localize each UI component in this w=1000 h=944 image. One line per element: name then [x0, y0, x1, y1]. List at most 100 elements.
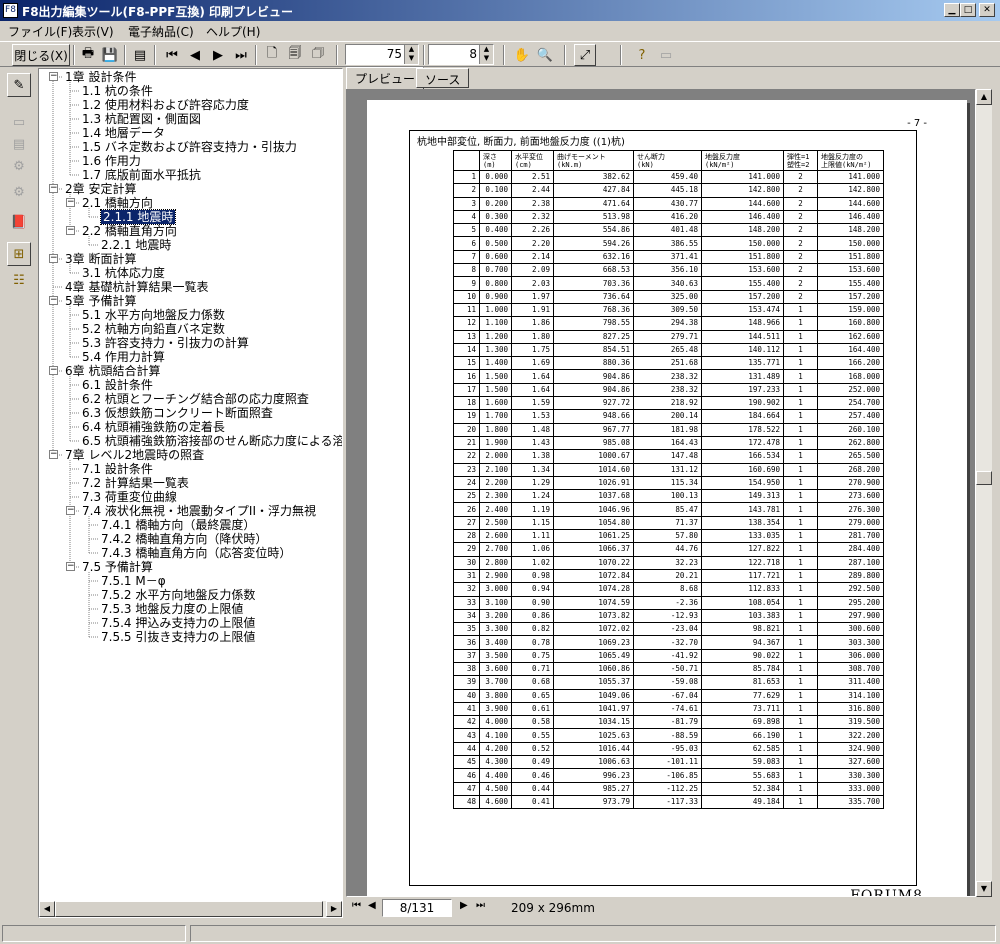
scroll-thumb[interactable] [976, 471, 992, 485]
blank-page-button[interactable]: ▭ [7, 110, 31, 134]
tree-node[interactable]: 6.4 杭頭補強鉄筋の定着長 [82, 420, 225, 434]
info-button[interactable]: ▭ [656, 44, 676, 66]
tree-node[interactable]: 1.1 杭の条件 [82, 84, 153, 98]
fit-page-button[interactable]: ⤢ [574, 44, 596, 66]
tree-expander-icon[interactable]: − [66, 198, 75, 207]
tree-horizontal-scrollbar[interactable]: ◀ ▶ [39, 901, 342, 917]
tree-node[interactable]: 1.2 使用材料および許容応力度 [82, 98, 249, 112]
tree-node[interactable]: 2.2 橋軸直角方向 [82, 224, 177, 238]
next-page-button[interactable]: ▶ [208, 44, 228, 66]
book-edit-button[interactable]: 📕 [7, 210, 31, 234]
scroll-down-button[interactable]: ▼ [976, 881, 992, 897]
tree-expander-icon[interactable]: − [49, 184, 58, 193]
tree-expander-icon[interactable]: − [49, 450, 58, 459]
scroll-thumb[interactable] [55, 901, 323, 917]
tree-node[interactable]: 5章 予備計算 [65, 294, 136, 308]
tree-list-button[interactable]: ☷ [7, 268, 31, 292]
nav-prev-icon[interactable]: ◀ [368, 900, 376, 911]
tree-node[interactable]: 7章 レベル2地震時の照査 [65, 448, 204, 462]
tree-node[interactable]: 2.2.1 地震時 [101, 238, 171, 252]
tree-node[interactable]: 7.4.1 橋軸方向（最終震度） [101, 518, 255, 532]
tree-node[interactable]: 4章 基礎杭計算結果一覧表 [65, 280, 208, 294]
tree-node[interactable]: 2.1 橋軸方向 [82, 196, 153, 210]
tree-node[interactable]: 5.2 杭軸方向鉛直バネ定数 [82, 322, 225, 336]
menu-view[interactable]: 表示(V) [72, 23, 114, 40]
scroll-left-button[interactable]: ◀ [39, 901, 55, 917]
tree-node[interactable]: 6.2 杭頭とフーチング結合部の応力度照査 [82, 392, 309, 406]
tree-node[interactable]: 6.1 設計条件 [82, 378, 153, 392]
nav-last-icon[interactable]: ⏭ [476, 900, 485, 911]
close-preview-button[interactable]: 閉じる(X) [12, 44, 70, 66]
nav-next-icon[interactable]: ▶ [460, 900, 468, 911]
tree-expander-icon[interactable]: − [66, 562, 75, 571]
tree-node[interactable]: 7.5.3 地盤反力度の上限値 [101, 602, 243, 616]
tree-node[interactable]: 1.3 杭配置図・側面図 [82, 112, 201, 126]
tree-expander-icon[interactable]: − [49, 254, 58, 263]
preview-vertical-scrollbar[interactable]: ▲ ▼ [976, 89, 992, 897]
single-page-button[interactable]: 🗋 [262, 44, 282, 66]
print-button[interactable]: 🖶 [78, 44, 98, 66]
spinner-arrows-icon[interactable]: ▲ ▼ [404, 45, 418, 64]
tree-node[interactable]: 3.1 杭体応力度 [82, 266, 165, 280]
tree-node[interactable]: 6章 杭頭結合計算 [65, 364, 160, 378]
minimize-button[interactable]: ▁ [944, 3, 960, 17]
save-button[interactable]: 💾 [100, 44, 120, 66]
tree-expander-icon[interactable]: − [66, 506, 75, 515]
export-button[interactable]: ▤ [130, 44, 150, 66]
page-edit-button[interactable]: ▤ [7, 132, 31, 156]
edit-button[interactable]: ✎ [7, 73, 31, 97]
tree-node[interactable]: 7.1 設計条件 [82, 462, 153, 476]
tree-node[interactable]: 7.5.5 引抜き支持力の上限値 [101, 630, 255, 644]
tree-node[interactable]: 7.4 液状化無視・地震動タイプII・浮力無視 [82, 504, 316, 518]
spinner-arrows-icon[interactable]: ▲ ▼ [479, 45, 493, 64]
page-indicator[interactable]: 8/131 [382, 899, 452, 917]
tree-node[interactable]: 1.7 底版前面水平抵抗 [82, 168, 201, 182]
scroll-right-button[interactable]: ▶ [326, 901, 342, 917]
tree-node[interactable]: 7.2 計算結果一覧表 [82, 476, 189, 490]
first-page-button[interactable]: ⏮ [162, 44, 182, 66]
last-page-button[interactable]: ⏭ [231, 44, 251, 66]
maximize-button[interactable]: □ [960, 3, 976, 17]
tree-node[interactable]: 2.1.1 地震時 [99, 209, 177, 225]
hand-tool-button[interactable]: ✋ [512, 44, 532, 66]
tree-node[interactable]: 3章 断面計算 [65, 252, 136, 266]
tree-node[interactable]: 7.5.2 水平方向地盤反力係数 [101, 588, 255, 602]
prev-page-button[interactable]: ◀ [185, 44, 205, 66]
tab-preview[interactable]: プレビュー [346, 67, 425, 89]
tree-node[interactable]: 1章 設計条件 [65, 70, 136, 84]
tree-node[interactable]: 7.4.2 橋軸直角方向（降伏時） [101, 532, 267, 546]
page-spinner[interactable]: 8 ▲ ▼ [428, 44, 494, 65]
tree-node[interactable]: 1.6 作用力 [82, 154, 141, 168]
tab-source[interactable]: ソース [416, 68, 470, 88]
tree-node[interactable]: 7.5.4 押込み支持力の上限値 [101, 616, 255, 630]
menu-electronic-delivery[interactable]: 電子納品(C) [128, 23, 194, 40]
tree-expander-icon[interactable]: − [49, 366, 58, 375]
page-tool-button[interactable]: ⚙ [7, 154, 31, 178]
help-button[interactable]: ? [632, 44, 652, 66]
page-settings-button[interactable]: ⚙ [7, 180, 31, 204]
zoom-spinner[interactable]: 75 ▲ ▼ [345, 44, 419, 65]
tree-node[interactable]: 7.3 荷重変位曲線 [82, 490, 177, 504]
chapter-tree[interactable]: −1章 設計条件 1.1 杭の条件 1.2 使用材料および許容応力度 1.3 杭配置図… [38, 68, 343, 918]
tree-node[interactable]: 7.4.3 橋軸直角方向（応答変位時） [101, 546, 291, 560]
two-page-button[interactable]: 🗐 [285, 44, 305, 66]
scroll-up-button[interactable]: ▲ [976, 89, 992, 105]
multi-page-button[interactable]: 🗇 [308, 44, 328, 66]
print-preview-area[interactable]: - 7 - 杭地中部変位, 断面力, 前面地盤反力度 ((1)杭) 深さ (m)… [346, 89, 976, 897]
tree-node[interactable]: 6.5 杭頭補強鉄筋溶接部のせん断応力度による溶接 [82, 434, 342, 448]
tree-expander-icon[interactable]: − [49, 72, 58, 81]
menu-help[interactable]: ヘルプ(H) [206, 23, 260, 40]
menu-file[interactable]: ファイル(F) [8, 23, 72, 40]
tree-node[interactable]: 6.3 仮想鉄筋コンクリート断面照査 [82, 406, 273, 420]
tree-node[interactable]: 7.5.1 M－φ [101, 574, 166, 588]
tree-node[interactable]: 2章 安定計算 [65, 182, 136, 196]
tree-node[interactable]: 1.5 バネ定数および許容支持力・引抜力 [82, 140, 297, 154]
tree-view-button[interactable]: ⊞ [7, 242, 31, 266]
tree-node[interactable]: 1.4 地層データ [82, 126, 165, 140]
close-button[interactable]: ✕ [979, 3, 995, 17]
nav-first-icon[interactable]: ⏮ [352, 900, 361, 911]
tree-expander-icon[interactable]: − [49, 296, 58, 305]
tree-expander-icon[interactable]: − [66, 226, 75, 235]
window-app-icon[interactable]: F8 [3, 3, 18, 18]
tree-node[interactable]: 7.5 予備計算 [82, 560, 153, 574]
